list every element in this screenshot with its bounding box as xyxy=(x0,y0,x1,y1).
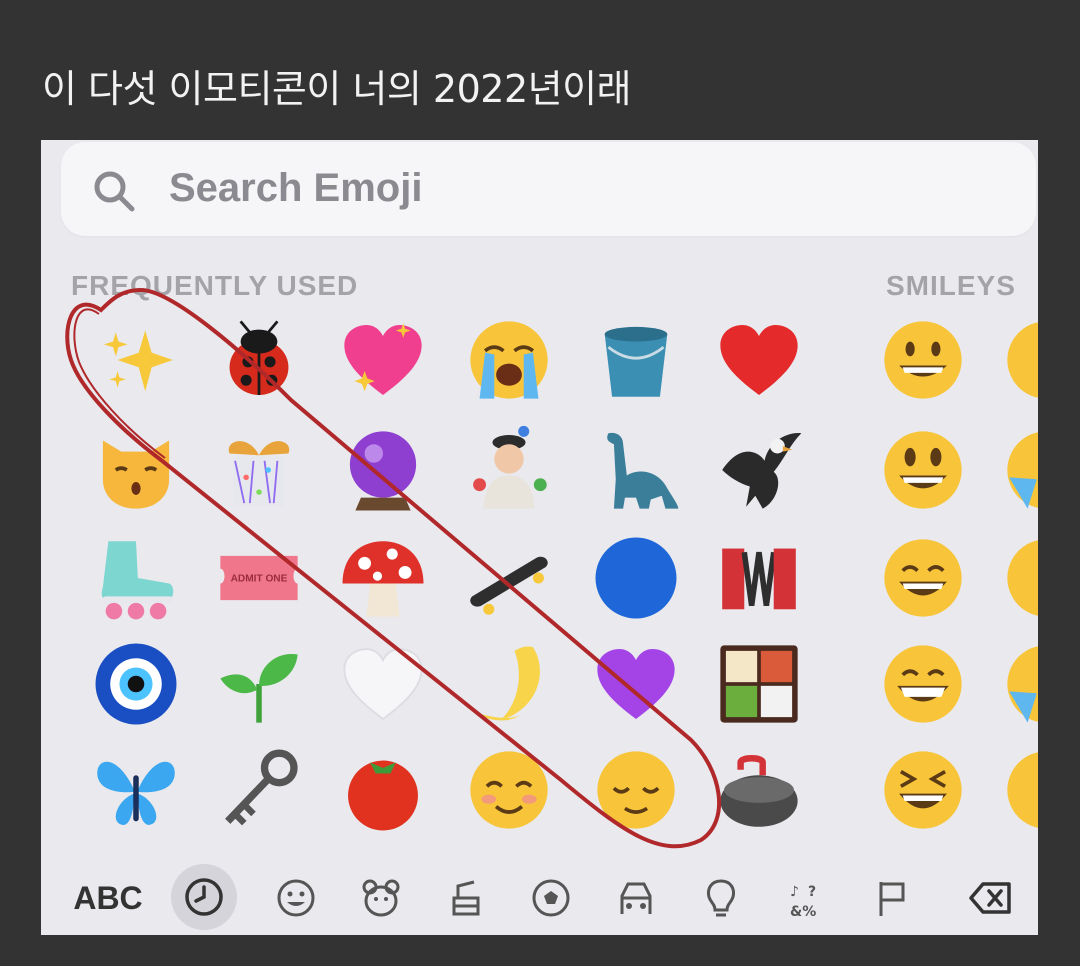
juggling-person-emoji[interactable] xyxy=(459,420,559,520)
sauropod-emoji[interactable] xyxy=(586,420,686,520)
old-key-emoji[interactable] xyxy=(209,740,309,840)
sparkling-heart-emoji[interactable] xyxy=(333,310,433,410)
travel-tab[interactable] xyxy=(606,868,666,928)
clock-icon xyxy=(185,878,223,916)
lady-beetle-emoji[interactable] xyxy=(209,310,309,410)
wrapped-gift-emoji[interactable] xyxy=(209,420,309,520)
nazar-amulet-emoji[interactable] xyxy=(86,634,186,734)
partial-smiley-emoji[interactable] xyxy=(996,310,1038,410)
purple-heart-emoji[interactable] xyxy=(586,634,686,734)
beaming-face-emoji[interactable] xyxy=(873,634,973,734)
red-heart-emoji[interactable] xyxy=(709,310,809,410)
seedling-emoji[interactable] xyxy=(209,634,309,734)
food-tab[interactable] xyxy=(436,868,496,928)
sparkles-emoji[interactable] xyxy=(86,310,186,410)
food-icon xyxy=(452,880,480,916)
blue-circle-emoji[interactable] xyxy=(586,528,686,628)
animals-tab[interactable] xyxy=(351,868,411,928)
mushroom-emoji[interactable] xyxy=(333,528,433,628)
partial-smiley-emoji[interactable] xyxy=(996,634,1038,734)
partial-smiley-emoji[interactable] xyxy=(996,420,1038,520)
abc-keyboard-button[interactable]: ABC xyxy=(66,868,150,928)
symbols-icon: ♪ ? &% xyxy=(790,884,816,920)
flag-icon xyxy=(879,882,905,916)
crescent-moon-emoji[interactable] xyxy=(459,634,559,734)
loudly-crying-face-emoji[interactable] xyxy=(459,310,559,410)
grinning-face-emoji[interactable] xyxy=(873,310,973,410)
soccer-ball-icon xyxy=(532,879,570,917)
svg-text:&%: &% xyxy=(790,904,816,920)
partial-smiley-emoji[interactable] xyxy=(996,528,1038,628)
eagle-emoji[interactable] xyxy=(709,420,809,520)
svg-text:?: ? xyxy=(808,884,816,900)
kissing-cat-emoji[interactable] xyxy=(86,420,186,520)
svg-text:♪: ♪ xyxy=(790,884,799,900)
objects-tab[interactable] xyxy=(691,868,751,928)
butterfly-emoji[interactable] xyxy=(86,740,186,840)
delete-icon xyxy=(969,882,1011,914)
partial-smiley-emoji[interactable] xyxy=(996,740,1038,840)
white-heart-emoji[interactable] xyxy=(333,634,433,734)
bento-box-emoji[interactable] xyxy=(709,634,809,734)
ticket-text: ADMIT ONE xyxy=(231,574,288,585)
car-icon xyxy=(620,882,652,914)
flags-tab[interactable] xyxy=(861,868,921,928)
emoji-category-toolbar: ABC ♪? &% xyxy=(41,860,1038,935)
tomato-emoji[interactable] xyxy=(333,740,433,840)
emoji-keyboard-screenshot: Search Emoji FREQUENTLY USED SMILEYS ADM… xyxy=(41,140,1038,935)
curling-stone-emoji[interactable] xyxy=(709,740,809,840)
roller-skate-emoji[interactable] xyxy=(86,528,186,628)
bucket-emoji[interactable] xyxy=(586,310,686,410)
smiley-icon xyxy=(277,879,315,917)
accordion-emoji[interactable] xyxy=(709,528,809,628)
lightbulb-icon xyxy=(707,879,735,917)
emoji-grid: ADMIT ONE xyxy=(41,140,1038,935)
admission-ticket-emoji[interactable]: ADMIT ONE xyxy=(209,528,309,628)
smiling-face-emoji[interactable] xyxy=(459,740,559,840)
post-caption: 이 다섯 이모티콘이 너의 2022년이래 xyxy=(42,67,632,111)
grinning-squinting-face-emoji[interactable] xyxy=(873,740,973,840)
symbols-tab[interactable]: ♪? &% xyxy=(776,868,836,928)
recents-tab[interactable] xyxy=(171,864,237,930)
smileys-tab[interactable] xyxy=(266,868,326,928)
activity-tab[interactable] xyxy=(521,868,581,928)
grinning-face-smiling-eyes-emoji[interactable] xyxy=(873,528,973,628)
skateboard-emoji[interactable] xyxy=(459,528,559,628)
crystal-ball-emoji[interactable] xyxy=(333,420,433,520)
bear-icon xyxy=(362,879,400,917)
relieved-face-emoji[interactable] xyxy=(586,740,686,840)
grinning-face-big-eyes-emoji[interactable] xyxy=(873,420,973,520)
delete-button[interactable] xyxy=(956,868,1026,928)
